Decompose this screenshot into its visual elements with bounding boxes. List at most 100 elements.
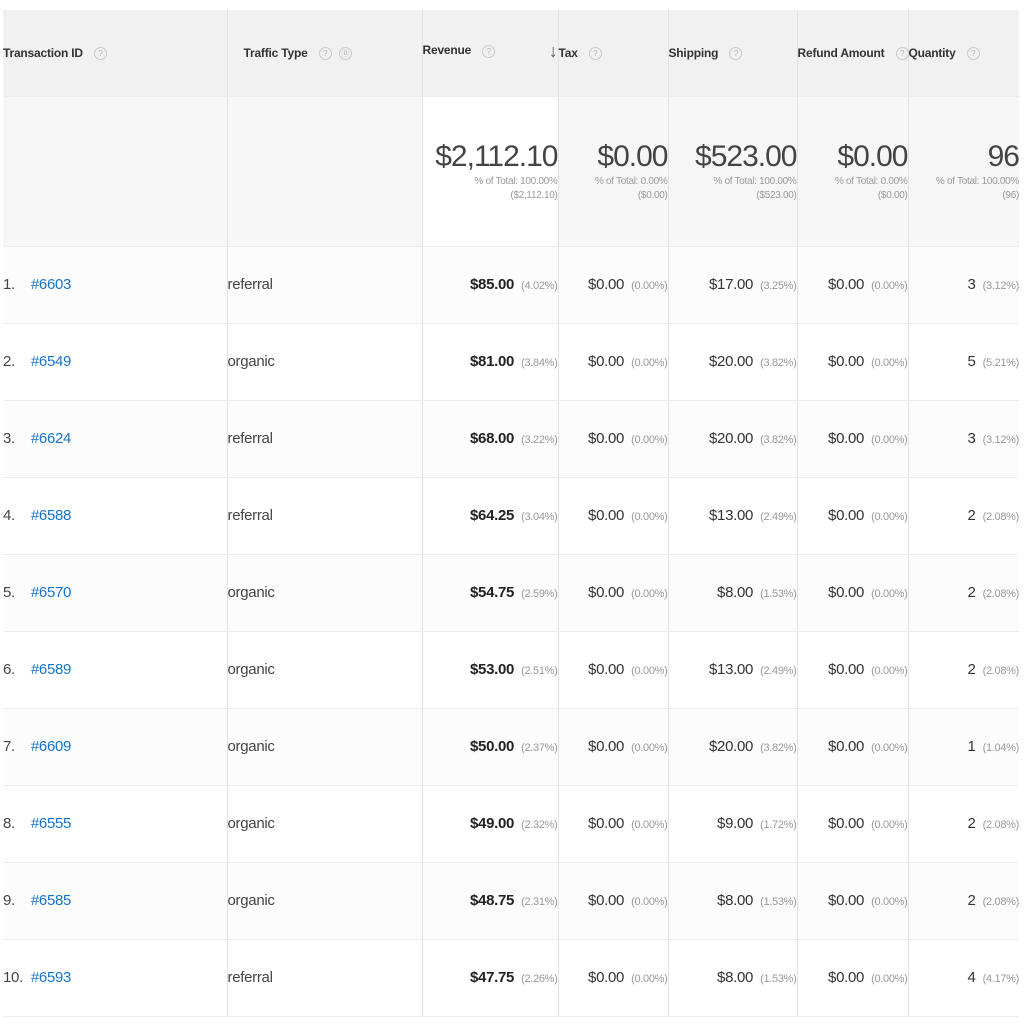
row-number: 9. bbox=[3, 892, 15, 909]
revenue-cell: $68.00 (3.22%) bbox=[422, 400, 559, 478]
help-icon[interactable]: ? bbox=[895, 46, 909, 60]
refund-value: $0.00 bbox=[828, 738, 865, 755]
total-refund-amount: $0.00 % of Total: 0.00% ($0.00) bbox=[797, 96, 909, 247]
refund-value: $0.00 bbox=[828, 892, 865, 909]
sort-descending-icon[interactable]: ↓ bbox=[549, 41, 558, 62]
total-value: $2,112.10 bbox=[435, 140, 558, 173]
total-value: $523.00 bbox=[695, 140, 797, 173]
total-percent: % of Total: 100.00% bbox=[713, 176, 797, 187]
quantity-value: 2 bbox=[967, 584, 976, 601]
revenue-percent: (2.37%) bbox=[521, 742, 558, 754]
quantity-percent: (1.04%) bbox=[982, 742, 1020, 754]
help-icon[interactable]: ? bbox=[966, 46, 980, 60]
transaction-rows: 1. #6603 referral $85.00 (4.02%) $0.00 (0.… bbox=[3, 246, 1020, 1017]
transaction-id-link[interactable]: #6585 bbox=[31, 892, 72, 909]
transaction-id-link[interactable]: #6549 bbox=[31, 353, 72, 370]
help-icon[interactable]: ? bbox=[729, 46, 743, 60]
quantity-value: 1 bbox=[967, 738, 976, 755]
column-header-quantity[interactable]: Quantity ? bbox=[908, 10, 1019, 97]
revenue-value: $81.00 bbox=[469, 353, 515, 370]
refund-value: $0.00 bbox=[828, 353, 865, 370]
refund-percent: (0.00%) bbox=[871, 665, 908, 677]
shipping-percent: (3.82%) bbox=[760, 434, 797, 446]
quantity-cell: 4 (4.17%) bbox=[908, 939, 1019, 1017]
transaction-id-link[interactable]: #6593 bbox=[31, 969, 72, 986]
total-quantity: 96 % of Total: 100.00% (96) bbox=[908, 96, 1020, 247]
total-percent: % of Total: 100.00% bbox=[474, 176, 558, 187]
shipping-cell: $9.00 (1.72%) bbox=[668, 785, 798, 863]
shipping-cell: $8.00 (1.53%) bbox=[668, 862, 798, 940]
column-header-transaction-id[interactable]: Transaction ID ? bbox=[3, 10, 228, 97]
tax-cell: $0.00 (0.00%) bbox=[558, 323, 669, 401]
transaction-id-link[interactable]: #6624 bbox=[31, 430, 72, 447]
transaction-id-link[interactable]: #6609 bbox=[31, 738, 72, 755]
shipping-cell: $8.00 (1.53%) bbox=[668, 939, 798, 1017]
quantity-percent: (5.21%) bbox=[982, 357, 1020, 369]
tax-value: $0.00 bbox=[588, 661, 625, 678]
refund-amount-cell: $0.00 (0.00%) bbox=[797, 246, 909, 324]
transaction-id-link[interactable]: #6570 bbox=[31, 584, 72, 601]
segment-icon[interactable]: ⓪ bbox=[338, 46, 352, 60]
total-percent: % of Total: 0.00% bbox=[834, 176, 908, 187]
total-shipping: $523.00 % of Total: 100.00% ($523.00) bbox=[668, 96, 798, 247]
refund-value: $0.00 bbox=[828, 276, 865, 293]
quantity-cell: 2 (2.08%) bbox=[908, 631, 1019, 709]
revenue-cell: $47.75 (2.26%) bbox=[422, 939, 559, 1017]
tax-percent: (0.00%) bbox=[631, 280, 668, 292]
help-icon[interactable]: ? bbox=[482, 44, 496, 58]
traffic-type-cell: organic bbox=[227, 554, 423, 632]
shipping-value: $17.00 bbox=[708, 276, 754, 293]
revenue-cell: $49.00 (2.32%) bbox=[422, 785, 559, 863]
column-header-traffic-type[interactable]: Traffic Type ? ⓪ bbox=[227, 10, 423, 97]
row-number: 5. bbox=[3, 584, 15, 601]
traffic-type-cell: referral bbox=[227, 477, 423, 555]
tax-percent: (0.00%) bbox=[631, 511, 668, 523]
tax-cell: $0.00 (0.00%) bbox=[558, 400, 669, 478]
total-value: $0.00 bbox=[837, 140, 908, 173]
tax-value: $0.00 bbox=[588, 507, 625, 524]
traffic-type-cell: organic bbox=[227, 631, 423, 709]
transaction-id-link[interactable]: #6589 bbox=[31, 661, 72, 678]
column-header-refund-amount[interactable]: Refund Amount ? bbox=[797, 10, 909, 97]
shipping-percent: (2.49%) bbox=[760, 511, 797, 523]
refund-percent: (0.00%) bbox=[871, 511, 908, 523]
total-percent: % of Total: 0.00% bbox=[594, 176, 668, 187]
row-number: 2. bbox=[3, 353, 15, 370]
refund-value: $0.00 bbox=[828, 815, 865, 832]
transaction-id-link[interactable]: #6603 bbox=[31, 276, 72, 293]
help-icon[interactable]: ? bbox=[588, 46, 602, 60]
column-header-label: Tax bbox=[558, 45, 578, 60]
revenue-percent: (2.31%) bbox=[521, 896, 558, 908]
transaction-id-cell: 6. #6589 bbox=[3, 631, 228, 709]
revenue-percent: (4.02%) bbox=[521, 280, 558, 292]
column-header-shipping[interactable]: Shipping ? bbox=[668, 10, 798, 97]
row-number: 1. bbox=[3, 276, 15, 293]
traffic-type-cell: organic bbox=[227, 862, 423, 940]
shipping-value: $13.00 bbox=[708, 661, 754, 678]
transaction-id-link[interactable]: #6555 bbox=[31, 815, 72, 832]
table-row: 5. #6570 organic $54.75 (2.59%) $0.00 (0.0… bbox=[3, 554, 1019, 632]
quantity-percent: (3.12%) bbox=[982, 434, 1020, 446]
shipping-percent: (3.25%) bbox=[760, 280, 797, 292]
tax-percent: (0.00%) bbox=[631, 588, 668, 600]
help-icon[interactable]: ? bbox=[318, 46, 332, 60]
help-icon[interactable]: ? bbox=[94, 46, 108, 60]
column-header-tax[interactable]: Tax ? bbox=[558, 10, 669, 97]
traffic-type-cell: referral bbox=[227, 939, 423, 1017]
quantity-value: 3 bbox=[967, 276, 976, 293]
column-header-label: Traffic Type bbox=[243, 45, 308, 60]
shipping-value: $9.00 bbox=[717, 815, 754, 832]
revenue-value: $48.75 bbox=[469, 892, 515, 909]
quantity-cell: 5 (5.21%) bbox=[908, 323, 1020, 401]
revenue-value: $49.00 bbox=[469, 815, 515, 832]
tax-percent: (0.00%) bbox=[631, 973, 668, 985]
tax-cell: $0.00 (0.00%) bbox=[558, 246, 669, 324]
transaction-id-link[interactable]: #6588 bbox=[31, 507, 72, 524]
tax-value: $0.00 bbox=[588, 815, 625, 832]
shipping-percent: (1.72%) bbox=[760, 819, 797, 831]
column-header-revenue[interactable]: Revenue ? ↓ bbox=[422, 10, 559, 97]
tax-value: $0.00 bbox=[588, 738, 625, 755]
total-absolute: ($523.00) bbox=[756, 190, 797, 201]
row-number: 7. bbox=[3, 738, 15, 755]
refund-amount-cell: $0.00 (0.00%) bbox=[797, 708, 909, 786]
